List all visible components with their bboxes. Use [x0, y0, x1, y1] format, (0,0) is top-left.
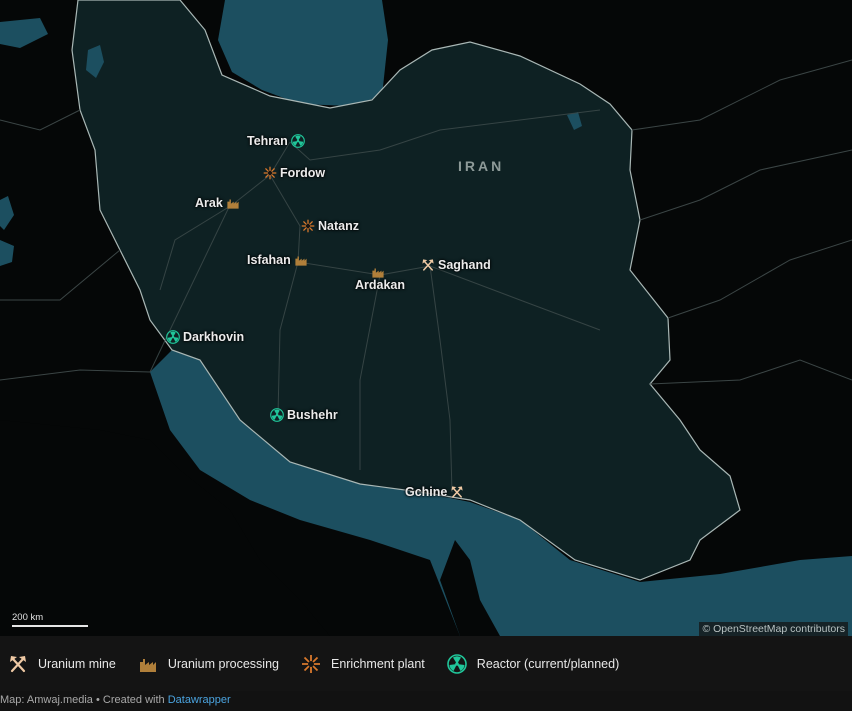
legend-item-reactor: Reactor (current/planned) [446, 653, 620, 674]
hammer-pick-icon [421, 258, 435, 272]
legend-item-enrichment: Enrichment plant [301, 654, 425, 674]
country-label: IRAN [458, 158, 505, 174]
legend-label: Uranium processing [167, 656, 279, 671]
factory-icon [138, 654, 158, 674]
site-bushehr[interactable]: Bushehr [270, 408, 338, 422]
site-arak[interactable]: Arak [195, 196, 240, 210]
site-label: Isfahan [247, 253, 291, 267]
site-natanz[interactable]: Natanz [301, 219, 359, 233]
hammer-pick-icon [8, 654, 28, 674]
site-label: Natanz [318, 219, 359, 233]
factory-icon [371, 265, 385, 279]
scale-line [12, 625, 88, 627]
radiation-icon [446, 653, 467, 674]
radiation-icon [270, 408, 284, 422]
legend: Uranium mine Uranium processing Enrichme… [0, 636, 852, 691]
hammer-pick-icon [450, 485, 464, 499]
site-tehran[interactable]: Tehran [247, 134, 305, 148]
centrifuge-icon [301, 654, 321, 674]
scale-label: 200 km [12, 612, 44, 623]
legend-label: Reactor (current/planned) [476, 656, 620, 671]
map-area[interactable]: IRAN Tehran Fordow Arak Natanz Isfahan A… [0, 0, 852, 636]
site-label: Fordow [280, 166, 326, 180]
legend-label: Uranium mine [38, 656, 116, 671]
radiation-icon [290, 134, 305, 148]
centrifuge-icon [263, 166, 277, 180]
factory-icon [294, 253, 308, 267]
site-label: Darkhovin [183, 330, 245, 344]
site-darkhovin[interactable]: Darkhovin [166, 330, 244, 344]
site-gchine[interactable]: Gchine [405, 485, 464, 499]
map-attribution[interactable]: © OpenStreetMap contributors [699, 622, 848, 636]
site-label: Gchine [405, 485, 448, 499]
factory-icon [226, 196, 240, 210]
site-label: Bushehr [287, 408, 338, 422]
footer-credit: Map: Amwaj.media • Created with [0, 694, 168, 706]
site-isfahan[interactable]: Isfahan [247, 253, 308, 267]
site-label: Saghand [438, 258, 491, 272]
legend-item-mine: Uranium mine [8, 654, 116, 674]
datawrapper-link[interactable]: Datawrapper [168, 694, 231, 706]
site-saghand[interactable]: Saghand [421, 258, 491, 272]
site-label: Ardakan [355, 278, 406, 292]
site-ardakan[interactable]: Ardakan [355, 278, 405, 292]
legend-label: Enrichment plant [330, 656, 425, 671]
scale-bar: 200 km [12, 612, 88, 627]
site-fordow[interactable]: Fordow [263, 166, 325, 180]
radiation-icon [166, 330, 180, 344]
site-label: Tehran [247, 134, 288, 148]
legend-item-processing: Uranium processing [138, 654, 279, 674]
footer: Map: Amwaj.media • Created with Datawrap… [0, 694, 231, 706]
site-label: Arak [195, 196, 223, 210]
centrifuge-icon [301, 219, 315, 233]
site-ardakan-icon-wrap [371, 265, 385, 279]
basemap [0, 0, 852, 636]
